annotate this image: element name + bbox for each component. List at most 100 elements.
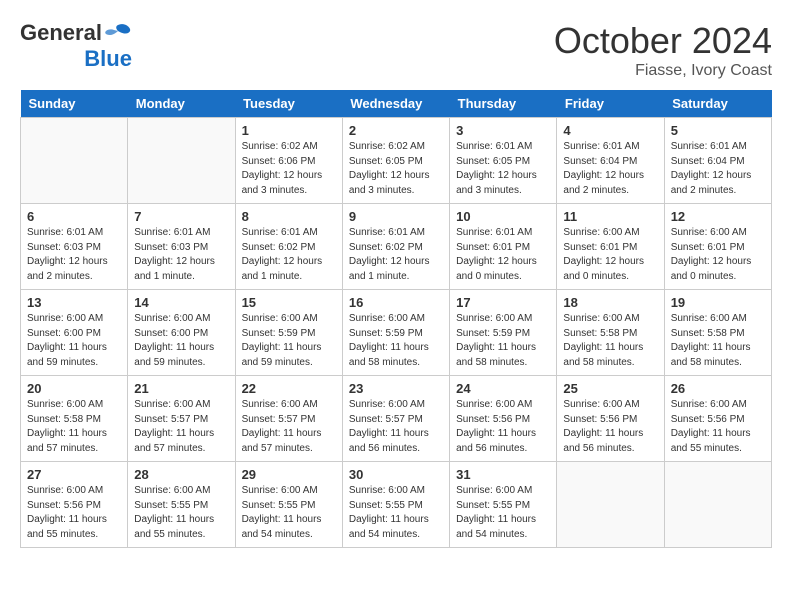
calendar-cell: 14Sunrise: 6:00 AM Sunset: 6:00 PM Dayli…: [128, 290, 235, 376]
day-number: 18: [563, 295, 657, 310]
cell-info: Sunrise: 6:00 AM Sunset: 5:59 PM Dayligh…: [242, 312, 336, 370]
day-number: 11: [563, 209, 657, 224]
calendar-cell: 13 Sunrise: 6:00 AM Sunset: 6:00 PM Dayli…: [21, 290, 128, 376]
day-number: 21: [134, 381, 228, 396]
cell-info: Sunrise: 6:01 AM Sunset: 6:02 PM Dayligh…: [349, 226, 443, 284]
cell-info: Sunrise: 6:01 AM Sunset: 6:03 PM Dayligh…: [27, 226, 121, 284]
location-label: Fiasse, Ivory Coast: [554, 62, 772, 80]
calendar-body: 1 Sunrise: 6:02 AM Sunset: 6:06 PM Daylig…: [21, 118, 772, 548]
calendar-cell: 8 Sunrise: 6:01 AM Sunset: 6:02 PM Daylig…: [235, 204, 342, 290]
cell-info: Sunrise: 6:01 AM Sunset: 6:03 PM Dayligh…: [134, 226, 228, 284]
cell-info: Sunrise: 6:01 AM Sunset: 6:04 PM Dayligh…: [563, 140, 657, 198]
day-number: 13: [27, 295, 121, 310]
day-number: 27: [27, 467, 121, 482]
page-header: General Blue October 2024 Fiasse, Ivory …: [20, 20, 772, 80]
calendar-cell: 30Sunrise: 6:00 AM Sunset: 5:55 PM Dayli…: [342, 462, 449, 548]
calendar-week-row: 6 Sunrise: 6:01 AM Sunset: 6:03 PM Daylig…: [21, 204, 772, 290]
day-number: 28: [134, 467, 228, 482]
calendar-cell: 11 Sunrise: 6:00 AM Sunset: 6:01 PM Dayli…: [557, 204, 664, 290]
cell-info: Sunrise: 6:00 AM Sunset: 5:58 PM Dayligh…: [563, 312, 657, 370]
day-number: 5: [671, 123, 765, 138]
day-number: 9: [349, 209, 443, 224]
day-number: 29: [242, 467, 336, 482]
day-number: 25: [563, 381, 657, 396]
day-number: 10: [456, 209, 550, 224]
calendar-cell: 25 Sunrise: 6:00 AM Sunset: 5:56 PM Dayli…: [557, 376, 664, 462]
cell-info: Sunrise: 6:00 AM Sunset: 5:59 PM Dayligh…: [349, 312, 443, 370]
cell-info: Sunrise: 6:00 AM Sunset: 5:55 PM Dayligh…: [134, 484, 228, 542]
cell-info: Sunrise: 6:00 AM Sunset: 5:56 PM Dayligh…: [456, 398, 550, 456]
cell-info: Sunrise: 6:00 AM Sunset: 5:55 PM Dayligh…: [349, 484, 443, 542]
logo-general-text: General: [20, 20, 102, 46]
weekday-header: Saturday: [664, 90, 771, 118]
calendar-header-row: SundayMondayTuesdayWednesdayThursdayFrid…: [21, 90, 772, 118]
day-number: 7: [134, 209, 228, 224]
calendar-week-row: 27 Sunrise: 6:00 AM Sunset: 5:56 PM Dayli…: [21, 462, 772, 548]
cell-info: Sunrise: 6:00 AM Sunset: 5:57 PM Dayligh…: [349, 398, 443, 456]
cell-info: Sunrise: 6:00 AM Sunset: 5:58 PM Dayligh…: [27, 398, 121, 456]
cell-info: Sunrise: 6:00 AM Sunset: 5:55 PM Dayligh…: [242, 484, 336, 542]
calendar-cell: 27 Sunrise: 6:00 AM Sunset: 5:56 PM Dayli…: [21, 462, 128, 548]
cell-info: Sunrise: 6:00 AM Sunset: 5:57 PM Dayligh…: [134, 398, 228, 456]
calendar-cell: [128, 118, 235, 204]
cell-info: Sunrise: 6:00 AM Sunset: 6:00 PM Dayligh…: [27, 312, 121, 370]
calendar-cell: 22 Sunrise: 6:00 AM Sunset: 5:57 PM Dayli…: [235, 376, 342, 462]
calendar-cell: 17Sunrise: 6:00 AM Sunset: 5:59 PM Dayli…: [450, 290, 557, 376]
day-number: 12: [671, 209, 765, 224]
cell-info: Sunrise: 6:00 AM Sunset: 5:56 PM Dayligh…: [27, 484, 121, 542]
calendar-cell: 28 Sunrise: 6:00 AM Sunset: 5:55 PM Dayli…: [128, 462, 235, 548]
calendar-cell: 20Sunrise: 6:00 AM Sunset: 5:58 PM Dayli…: [21, 376, 128, 462]
day-number: 19: [671, 295, 765, 310]
calendar-cell: 10 Sunrise: 6:01 AM Sunset: 6:01 PM Dayli…: [450, 204, 557, 290]
calendar-cell: 6 Sunrise: 6:01 AM Sunset: 6:03 PM Daylig…: [21, 204, 128, 290]
cell-info: Sunrise: 6:02 AM Sunset: 6:06 PM Dayligh…: [242, 140, 336, 198]
cell-info: Sunrise: 6:01 AM Sunset: 6:05 PM Dayligh…: [456, 140, 550, 198]
calendar-cell: [557, 462, 664, 548]
calendar-cell: 16 Sunrise: 6:00 AM Sunset: 5:59 PM Dayli…: [342, 290, 449, 376]
calendar-cell: 24 Sunrise: 6:00 AM Sunset: 5:56 PM Dayli…: [450, 376, 557, 462]
calendar-cell: 1 Sunrise: 6:02 AM Sunset: 6:06 PM Daylig…: [235, 118, 342, 204]
cell-info: Sunrise: 6:00 AM Sunset: 5:56 PM Dayligh…: [563, 398, 657, 456]
calendar-cell: 18 Sunrise: 6:00 AM Sunset: 5:58 PM Dayli…: [557, 290, 664, 376]
calendar-cell: 19 Sunrise: 6:00 AM Sunset: 5:58 PM Dayli…: [664, 290, 771, 376]
day-number: 2: [349, 123, 443, 138]
calendar-week-row: 1 Sunrise: 6:02 AM Sunset: 6:06 PM Daylig…: [21, 118, 772, 204]
cell-info: Sunrise: 6:01 AM Sunset: 6:01 PM Dayligh…: [456, 226, 550, 284]
day-number: 15: [242, 295, 336, 310]
calendar-cell: 5 Sunrise: 6:01 AM Sunset: 6:04 PM Daylig…: [664, 118, 771, 204]
cell-info: Sunrise: 6:00 AM Sunset: 6:01 PM Dayligh…: [563, 226, 657, 284]
logo-bird-icon: [104, 23, 132, 43]
cell-info: Sunrise: 6:00 AM Sunset: 5:56 PM Dayligh…: [671, 398, 765, 456]
calendar-cell: 3 Sunrise: 6:01 AM Sunset: 6:05 PM Daylig…: [450, 118, 557, 204]
day-number: 6: [27, 209, 121, 224]
calendar-cell: 31Sunrise: 6:00 AM Sunset: 5:55 PM Dayli…: [450, 462, 557, 548]
weekday-header: Wednesday: [342, 90, 449, 118]
day-number: 3: [456, 123, 550, 138]
day-number: 14: [134, 295, 228, 310]
day-number: 16: [349, 295, 443, 310]
calendar-cell: [664, 462, 771, 548]
day-number: 22: [242, 381, 336, 396]
calendar-cell: 26Sunrise: 6:00 AM Sunset: 5:56 PM Dayli…: [664, 376, 771, 462]
calendar-table: SundayMondayTuesdayWednesdayThursdayFrid…: [20, 90, 772, 548]
calendar-cell: 7 Sunrise: 6:01 AM Sunset: 6:03 PM Daylig…: [128, 204, 235, 290]
weekday-header: Friday: [557, 90, 664, 118]
cell-info: Sunrise: 6:00 AM Sunset: 5:57 PM Dayligh…: [242, 398, 336, 456]
calendar-cell: 2Sunrise: 6:02 AM Sunset: 6:05 PM Daylig…: [342, 118, 449, 204]
day-number: 8: [242, 209, 336, 224]
cell-info: Sunrise: 6:00 AM Sunset: 5:58 PM Dayligh…: [671, 312, 765, 370]
calendar-week-row: 20Sunrise: 6:00 AM Sunset: 5:58 PM Dayli…: [21, 376, 772, 462]
day-number: 24: [456, 381, 550, 396]
weekday-header: Tuesday: [235, 90, 342, 118]
calendar-cell: 15 Sunrise: 6:00 AM Sunset: 5:59 PM Dayli…: [235, 290, 342, 376]
calendar-cell: 9 Sunrise: 6:01 AM Sunset: 6:02 PM Daylig…: [342, 204, 449, 290]
cell-info: Sunrise: 6:01 AM Sunset: 6:04 PM Dayligh…: [671, 140, 765, 198]
title-area: October 2024 Fiasse, Ivory Coast: [554, 20, 772, 80]
weekday-header: Thursday: [450, 90, 557, 118]
weekday-header: Sunday: [21, 90, 128, 118]
calendar-cell: 4Sunrise: 6:01 AM Sunset: 6:04 PM Daylig…: [557, 118, 664, 204]
day-number: 31: [456, 467, 550, 482]
cell-info: Sunrise: 6:01 AM Sunset: 6:02 PM Dayligh…: [242, 226, 336, 284]
logo-blue-text: Blue: [84, 46, 132, 72]
day-number: 1: [242, 123, 336, 138]
